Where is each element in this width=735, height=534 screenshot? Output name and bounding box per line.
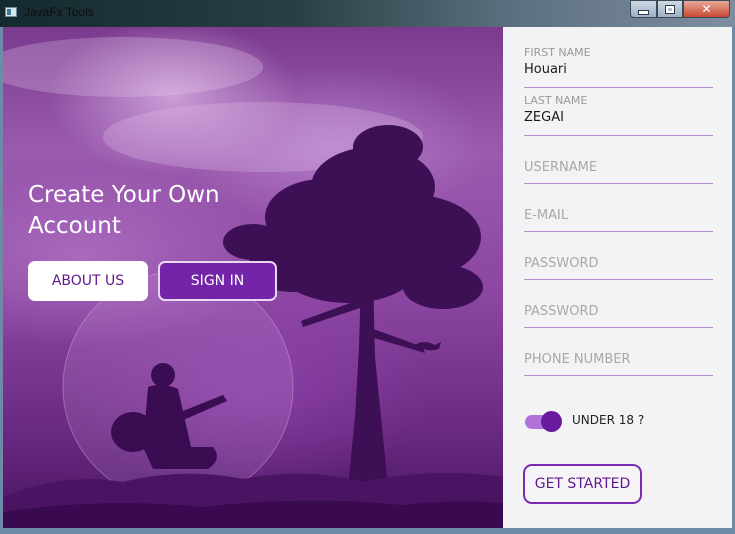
last-name-label: LAST NAME (524, 94, 588, 107)
hero-panel: Create Your Own Account ABOUT US SIGN IN (3, 27, 503, 528)
about-us-button[interactable]: ABOUT US (28, 261, 148, 301)
window-title: JavaFx Tools (24, 5, 94, 19)
signup-form: FIRST NAME Houari LAST NAME ZEGAI USERNA… (503, 27, 732, 528)
email-field[interactable]: E-MAIL (524, 189, 713, 232)
close-icon: ✕ (701, 2, 712, 16)
window-titlebar[interactable]: JavaFx Tools ✕ (0, 0, 735, 27)
last-name-value[interactable]: ZEGAI (524, 110, 564, 125)
maximize-icon (665, 4, 675, 14)
confirm-password-placeholder: PASSWORD (524, 304, 599, 319)
window-frame-bottom (0, 528, 735, 534)
password-field[interactable]: PASSWORD (524, 237, 713, 280)
first-name-label: FIRST NAME (524, 46, 591, 59)
ground-shadow (3, 500, 503, 528)
username-placeholder: USERNAME (524, 160, 598, 175)
get-started-button[interactable]: GET STARTED (523, 464, 642, 504)
window-controls: ✕ (630, 0, 730, 19)
app-icon (5, 7, 17, 17)
toggle-knob[interactable] (541, 411, 562, 432)
minimize-button[interactable] (630, 0, 657, 18)
hero-title: Create Your Own Account (28, 182, 220, 239)
minimize-icon (638, 10, 649, 15)
under-18-toggle[interactable] (525, 411, 565, 433)
phone-number-field[interactable]: PHONE NUMBER (524, 333, 713, 376)
cloud-shape (3, 37, 263, 97)
confirm-password-field[interactable]: PASSWORD (524, 285, 713, 328)
username-field[interactable]: USERNAME (524, 141, 713, 184)
last-name-field[interactable]: LAST NAME ZEGAI (524, 93, 713, 136)
maximize-button[interactable] (657, 0, 683, 18)
sign-in-button[interactable]: SIGN IN (158, 261, 277, 301)
email-placeholder: E-MAIL (524, 208, 569, 223)
phone-number-placeholder: PHONE NUMBER (524, 352, 631, 367)
password-placeholder: PASSWORD (524, 256, 599, 271)
close-button[interactable]: ✕ (683, 0, 730, 18)
under-18-label: UNDER 18 ? (572, 413, 645, 427)
first-name-value[interactable]: Houari (524, 62, 567, 77)
first-name-field[interactable]: FIRST NAME Houari (524, 45, 713, 88)
